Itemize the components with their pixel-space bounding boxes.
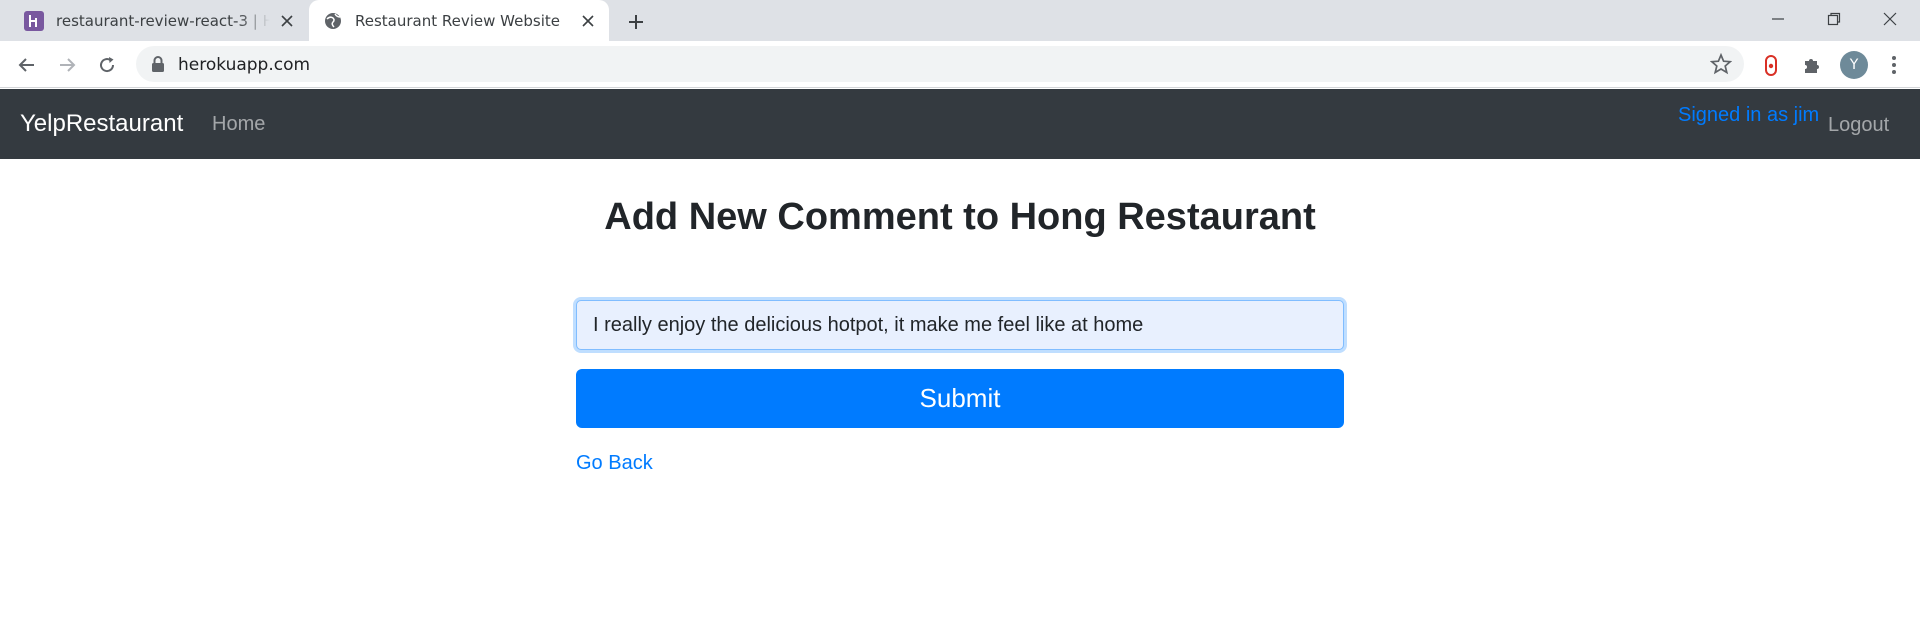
globe-icon [325,12,341,29]
restore-button[interactable] [1806,0,1862,38]
page-title: Add New Comment to Hong Restaurant [604,196,1316,238]
more-vert-icon [1892,56,1896,74]
star-icon[interactable] [1710,53,1732,75]
minimize-icon [1772,18,1784,20]
address-bar[interactable]: herokuapp.com [136,46,1744,82]
close-window-button[interactable] [1862,0,1918,38]
tab-heroku[interactable]: restaurant-review-react-3 | Heroku [10,0,308,41]
extensions-menu-button[interactable] [1798,51,1826,79]
url-text[interactable]: herokuapp.com [178,55,310,75]
submit-button[interactable]: Submit [576,369,1344,428]
nav-link-home[interactable]: Home [212,113,265,136]
lock-icon[interactable] [150,55,166,73]
extension-button[interactable] [1757,51,1785,79]
reload-icon [100,57,115,73]
app-navbar: YelpRestaurant Home Signed in as jim Log… [0,89,1920,159]
new-tab-button[interactable] [622,8,650,36]
close-icon [1883,12,1897,26]
tab-title: Restaurant Review Website [355,11,560,30]
navbar-brand[interactable]: YelpRestaurant [20,110,183,138]
back-arrow-icon [18,58,34,72]
forward-button[interactable] [53,51,81,79]
password-manager-icon [1765,54,1777,76]
forward-arrow-icon [60,58,76,72]
heroku-icon [24,10,44,31]
tab-title: restaurant-review-react-3 | Heroku [56,11,270,30]
plus-icon [629,15,643,29]
tab-restaurant-review[interactable]: Restaurant Review Website [309,0,609,41]
profile-avatar[interactable]: Y [1840,51,1868,79]
reload-button[interactable] [93,51,121,79]
browser-tab-strip: restaurant-review-react-3 | Heroku Resta… [0,0,1920,41]
logout-link[interactable]: Logout [1828,114,1889,137]
minimize-button[interactable] [1750,0,1806,38]
signed-in-user[interactable]: Signed in as jim [1678,104,1819,127]
puzzle-icon [1805,59,1819,73]
close-tab-icon[interactable] [276,10,298,32]
restore-icon [1827,12,1841,26]
comment-input[interactable] [576,300,1344,350]
go-back-link[interactable]: Go Back [576,452,653,475]
close-tab-icon[interactable] [577,10,599,32]
back-button[interactable] [13,51,41,79]
browser-toolbar: herokuapp.com Y [0,41,1920,88]
browser-menu-button[interactable] [1880,51,1908,79]
